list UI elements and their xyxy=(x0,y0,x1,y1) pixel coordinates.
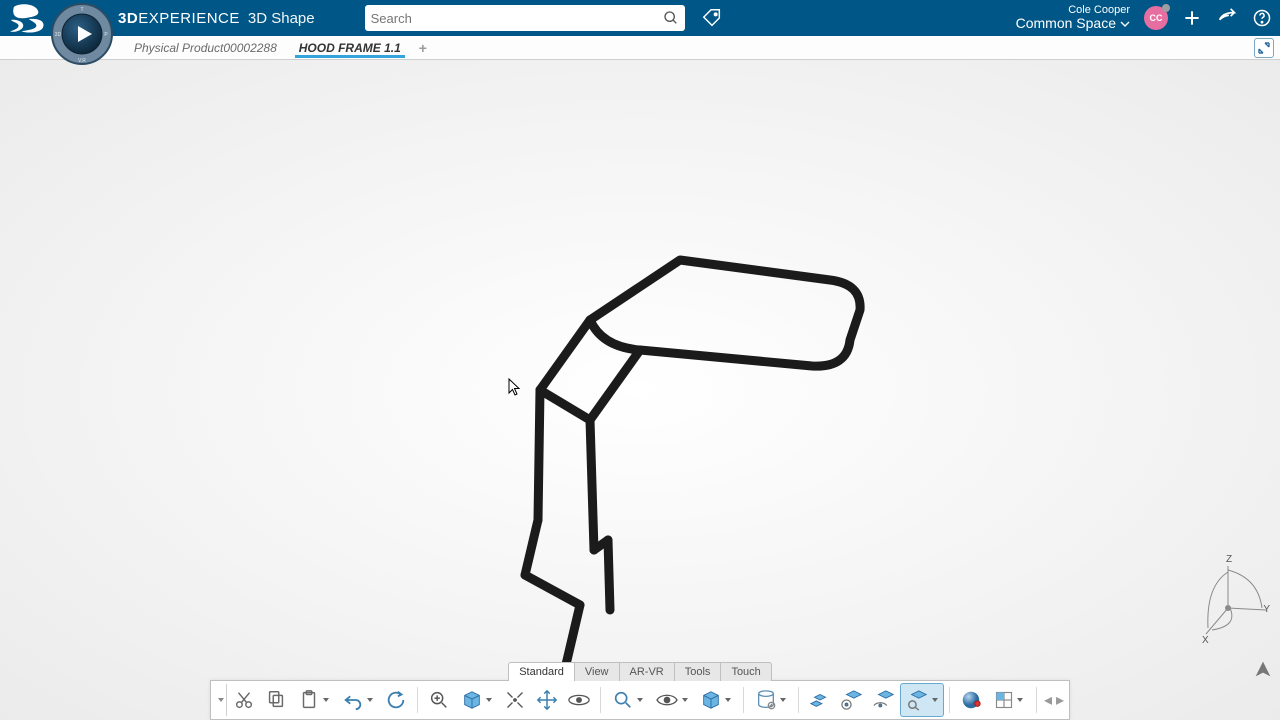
copy-button[interactable] xyxy=(261,684,291,716)
compass-wheel[interactable]: T 3D P V.R xyxy=(50,2,114,66)
document-tabs: Physical Product00002288 HOOD FRAME 1.1 … xyxy=(0,36,1280,60)
assembly-search-button[interactable] xyxy=(901,684,943,716)
topbar: 3DEXPERIENCE 3D Shape Cole Cooper Common… xyxy=(0,0,1280,36)
viewport-3d[interactable]: Z Y X xyxy=(0,60,1280,720)
toolbar-tab-arvr[interactable]: AR-VR xyxy=(620,662,675,681)
search-icon[interactable] xyxy=(663,10,679,26)
model-hood-frame xyxy=(470,210,900,720)
tab-add[interactable]: + xyxy=(419,40,427,56)
grid-layout-button[interactable] xyxy=(988,684,1030,716)
database-button[interactable] xyxy=(750,684,792,716)
pan-button[interactable] xyxy=(532,684,562,716)
svg-text:3D: 3D xyxy=(55,32,62,38)
user-block[interactable]: Cole Cooper Common Space xyxy=(1016,4,1130,31)
search-input[interactable] xyxy=(371,11,663,26)
user-space[interactable]: Common Space xyxy=(1016,16,1130,31)
toolbar-tab-touch[interactable]: Touch xyxy=(721,662,771,681)
help-icon[interactable] xyxy=(1252,8,1272,28)
explode-button[interactable] xyxy=(805,684,835,716)
toolbar-tab-standard[interactable]: Standard xyxy=(508,662,575,681)
toolbar-tabs: Standard View AR-VR Tools Touch xyxy=(508,662,772,681)
svg-text:V.R: V.R xyxy=(78,58,86,64)
avatar[interactable]: CC xyxy=(1144,6,1168,30)
zoom-window-button[interactable] xyxy=(607,684,649,716)
cut-button[interactable] xyxy=(229,684,259,716)
paste-button[interactable] xyxy=(293,684,335,716)
undo-button[interactable] xyxy=(337,684,379,716)
add-icon[interactable] xyxy=(1182,8,1202,28)
tab-hood-frame[interactable]: HOOD FRAME 1.1 xyxy=(295,37,405,58)
view-cube-button[interactable] xyxy=(456,684,498,716)
toolbar-grip[interactable] xyxy=(215,684,227,716)
tab-physical-product[interactable]: Physical Product00002288 xyxy=(130,37,281,58)
axis-gizmo[interactable]: Z Y X xyxy=(1178,558,1268,648)
search-box[interactable] xyxy=(365,5,685,31)
rotate-view-button[interactable] xyxy=(564,684,594,716)
refresh-button[interactable] xyxy=(381,684,411,716)
toolbar-scroll-left[interactable]: ◂ xyxy=(1043,684,1053,716)
assembly-settings-button[interactable] xyxy=(837,684,867,716)
zoom-fit-button[interactable] xyxy=(424,684,454,716)
share-icon[interactable] xyxy=(1216,7,1238,29)
brand: 3DEXPERIENCE 3D Shape xyxy=(118,10,315,27)
toolbar-tab-view[interactable]: View xyxy=(575,662,620,681)
ds-logo[interactable] xyxy=(8,4,46,34)
toolbar-tab-tools[interactable]: Tools xyxy=(675,662,722,681)
center-button[interactable] xyxy=(500,684,530,716)
shading-button[interactable] xyxy=(695,684,737,716)
visibility-button[interactable] xyxy=(651,684,693,716)
tag-icon[interactable] xyxy=(701,7,723,29)
bottom-toolbar-wrap: Standard View AR-VR Tools Touch xyxy=(0,662,1280,720)
bottom-toolbar: ◂ ▸ xyxy=(210,680,1070,720)
collapse-panels-icon[interactable] xyxy=(1254,38,1274,58)
materials-button[interactable] xyxy=(956,684,986,716)
svg-text:T: T xyxy=(80,7,83,13)
assembly-view-button[interactable] xyxy=(869,684,899,716)
toolbar-scroll-right[interactable]: ▸ xyxy=(1055,684,1065,716)
